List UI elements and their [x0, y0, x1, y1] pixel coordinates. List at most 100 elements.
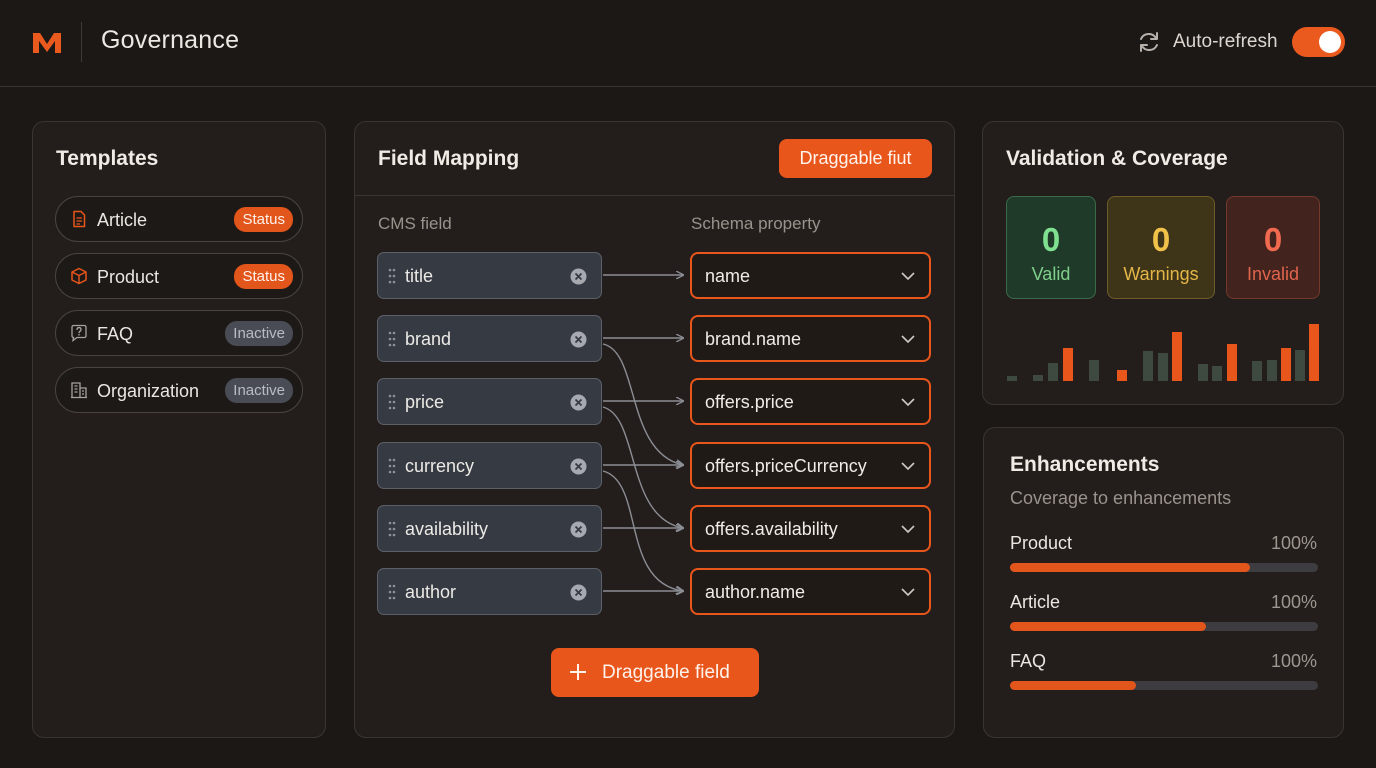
template-label: Product: [97, 267, 160, 287]
schema-property-value: offers.priceCurrency: [705, 456, 867, 476]
drag-handle-icon[interactable]: [388, 521, 396, 537]
invalid-count: 0: [1263, 221, 1283, 258]
inactive-badge: Inactive: [225, 321, 293, 346]
enhancement-percent: 100%: [1270, 533, 1317, 553]
enhancement-progress-track: [1010, 622, 1318, 631]
schema-select-offers-price-currency[interactable]: offers.priceCurrency: [690, 442, 931, 489]
schema-property-value: brand.name: [705, 329, 802, 349]
draggable-field-header-button[interactable]: Draggable fiut: [779, 139, 932, 178]
chevron-down-icon: [901, 398, 915, 407]
template-item-product[interactable]: Product Status: [55, 253, 303, 299]
valid-label: Valid: [1031, 264, 1071, 284]
add-draggable-field-button[interactable]: Draggable field: [551, 648, 759, 697]
cms-field-brand[interactable]: brand: [377, 315, 602, 362]
drag-handle-icon[interactable]: [388, 331, 396, 347]
schema-select-offers-availability[interactable]: offers.availability: [690, 505, 931, 552]
chevron-down-icon: [901, 335, 915, 344]
drag-handle-icon[interactable]: [388, 584, 396, 600]
inactive-badge: Inactive: [225, 378, 293, 403]
enhancements-title: Enhancements: [1010, 453, 1160, 476]
drag-handle-icon[interactable]: [388, 268, 396, 284]
template-item-faq[interactable]: FAQ Inactive: [55, 310, 303, 356]
invalid-label: Invalid: [1246, 264, 1300, 284]
status-badge: Status: [234, 264, 293, 289]
status-badge: Status: [234, 207, 293, 232]
cms-field-label: price: [405, 392, 445, 412]
drag-handle-icon[interactable]: [388, 458, 396, 474]
clear-icon[interactable]: [570, 394, 587, 411]
template-label: Article: [97, 210, 148, 230]
templates-title: Templates: [56, 147, 159, 170]
top-bar: Governance Auto-refresh: [0, 0, 1376, 87]
building-icon: [71, 382, 87, 399]
validation-sparkline: [1007, 324, 1319, 381]
chevron-down-icon: [901, 272, 915, 281]
schema-property-value: author.name: [705, 582, 806, 602]
clear-icon[interactable]: [570, 268, 587, 285]
schema-select-name[interactable]: name: [690, 252, 931, 299]
warnings-count: 0: [1151, 221, 1171, 258]
enhancement-progress-fill: [1010, 622, 1206, 631]
templates-panel: Templates Article Status Product Status …: [32, 121, 326, 738]
chevron-down-icon: [901, 462, 915, 471]
validation-panel: Validation & Coverage 0 Valid 0 Warnings…: [982, 121, 1344, 405]
cms-field-label: title: [405, 266, 434, 286]
template-item-organization[interactable]: Organization Inactive: [55, 367, 303, 413]
cms-field-label: brand: [405, 329, 452, 349]
validation-title: Validation & Coverage: [1006, 147, 1228, 170]
cube-icon: [71, 267, 87, 285]
auto-refresh-toggle[interactable]: [1292, 27, 1345, 57]
add-draggable-field-label: Draggable field: [602, 662, 730, 683]
enhancement-progress-track: [1010, 563, 1318, 572]
enhancement-percent: 100%: [1270, 651, 1317, 671]
schema-select-offers-price[interactable]: offers.price: [690, 378, 931, 425]
schema-property-value: offers.price: [705, 392, 794, 412]
auto-refresh-label: Auto-refresh: [1173, 31, 1278, 52]
divider: [355, 195, 954, 196]
enhancements-panel: Enhancements Coverage to enhancements Pr…: [983, 427, 1344, 738]
valid-count: 0: [1041, 221, 1061, 258]
cms-field-column-header: CMS field: [378, 214, 452, 233]
page-title: Governance: [101, 26, 240, 54]
toggle-knob: [1319, 31, 1341, 53]
cms-field-label: availability: [405, 519, 489, 539]
refresh-icon[interactable]: [1136, 29, 1162, 55]
drag-handle-icon[interactable]: [388, 394, 396, 410]
cms-field-currency[interactable]: currency: [377, 442, 602, 489]
chevron-down-icon: [901, 588, 915, 597]
field-mapping-panel: Field Mapping Draggable fiut CMS field S…: [354, 121, 955, 738]
schema-property-value: offers.availability: [705, 519, 838, 539]
enhancement-name: FAQ: [1010, 651, 1047, 671]
question-icon: [71, 324, 87, 342]
template-item-article[interactable]: Article Status: [55, 196, 303, 242]
schema-property-value: name: [705, 266, 751, 286]
template-label: FAQ: [97, 324, 134, 344]
invalid-stat-card: 0 Invalid: [1226, 196, 1320, 299]
clear-icon[interactable]: [570, 521, 587, 538]
enhancements-subtitle: Coverage to enhancements: [1010, 488, 1232, 508]
clear-icon[interactable]: [570, 331, 587, 348]
enhancement-name: Product: [1010, 533, 1073, 553]
schema-select-brand-name[interactable]: brand.name: [690, 315, 931, 362]
logo-divider: [81, 22, 82, 62]
chevron-down-icon: [901, 525, 915, 534]
document-icon: [73, 210, 86, 228]
clear-icon[interactable]: [570, 584, 587, 601]
cms-field-title[interactable]: title: [377, 252, 602, 299]
cms-field-price[interactable]: price: [377, 378, 602, 425]
enhancement-progress-fill: [1010, 681, 1137, 690]
enhancement-progress-track: [1010, 681, 1318, 690]
warnings-label: Warnings: [1123, 264, 1199, 284]
enhancement-name: Article: [1010, 592, 1061, 612]
enhancement-progress-fill: [1010, 563, 1251, 572]
enhancement-percent: 100%: [1270, 592, 1317, 612]
field-mapping-title: Field Mapping: [378, 147, 520, 170]
clear-icon[interactable]: [570, 458, 587, 475]
valid-stat-card: 0 Valid: [1006, 196, 1096, 299]
cms-field-label: currency: [405, 456, 475, 476]
cms-field-author[interactable]: author: [377, 568, 602, 615]
cms-field-availability[interactable]: availability: [377, 505, 602, 552]
logo-icon: [33, 33, 61, 53]
cms-field-label: author: [405, 582, 457, 602]
schema-select-author-name[interactable]: author.name: [690, 568, 931, 615]
